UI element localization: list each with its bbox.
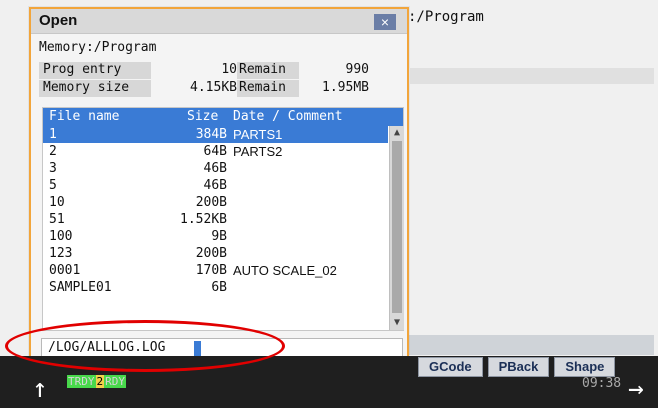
cell-file-name: 123 (49, 246, 73, 261)
background-band (410, 68, 654, 84)
cell-size: 64B (203, 144, 227, 159)
summary-label: Remain (237, 62, 299, 79)
scroll-up-icon[interactable]: ▲ (392, 128, 402, 138)
table-rows: 1 384B PARTS1 2 64B PARTS2 3 46B 5 46B 1… (43, 126, 388, 330)
summary-label: Remain (237, 80, 299, 97)
table-row[interactable]: 5 46B (43, 177, 388, 194)
table-header: File name Size Date / Comment (43, 108, 403, 126)
dialog-title: Open (39, 12, 78, 29)
up-arrow-icon[interactable]: ↑ (32, 373, 64, 405)
cell-size: 46B (203, 161, 227, 176)
scroll-down-icon[interactable]: ▼ (392, 318, 402, 328)
cell-file-name: 2 (49, 144, 57, 159)
filename-input-value: /LOG/ALLLOG.LOG (48, 340, 166, 355)
table-row[interactable]: 10 200B (43, 194, 388, 211)
cell-size: 46B (203, 178, 227, 193)
text-caret (194, 341, 201, 356)
cell-size: 200B (195, 246, 227, 261)
cell-size: 384B (195, 127, 227, 142)
cell-size: 1.52KB (180, 212, 227, 227)
softkey-bar: GCode PBack Shape (418, 357, 616, 377)
cell-size: 6B (211, 280, 227, 295)
status-tag: RDY (104, 375, 126, 388)
table-row[interactable]: 2 64B PARTS2 (43, 143, 388, 160)
close-icon[interactable]: × (374, 14, 396, 30)
summary-value: 1.95MB (322, 80, 369, 95)
table-row[interactable]: 123 200B (43, 245, 388, 262)
cell-comment: PARTS2 (233, 144, 283, 159)
status-indicators: TRDY 2 RDY (67, 375, 126, 388)
header-date-comment: Date / Comment (233, 109, 343, 124)
summary-row-memory-size: Memory size 4.15KB Remain 1.95MB (39, 80, 387, 98)
table-row[interactable]: 100 9B (43, 228, 388, 245)
cell-file-name: 51 (49, 212, 65, 227)
table-row[interactable]: SAMPLE01 6B (43, 279, 388, 296)
cell-file-name: 1 (49, 127, 57, 142)
table-row[interactable]: 0001 170B AUTO SCALE_02 (43, 262, 388, 279)
cell-comment: AUTO SCALE_02 (233, 263, 337, 278)
table-row[interactable]: 51 1.52KB (43, 211, 388, 228)
cell-size: 9B (211, 229, 227, 244)
table-row[interactable]: 1 384B PARTS1 (43, 126, 388, 143)
memory-summary: Prog entry 10 Remain 990 Memory size 4.1… (39, 62, 387, 98)
memory-path: Memory:/Program (39, 40, 157, 55)
header-file-name: File name (49, 109, 120, 124)
background-strip (408, 335, 654, 355)
status-tag: TRDY (67, 375, 96, 388)
cell-file-name: 5 (49, 178, 57, 193)
softkey-pback[interactable]: PBack (487, 357, 550, 377)
summary-value: 10 (221, 62, 237, 77)
cell-comment: PARTS1 (233, 127, 283, 142)
header-size: Size (187, 109, 219, 124)
summary-value: 4.15KB (190, 80, 237, 95)
summary-label: Memory size (39, 80, 151, 97)
filename-input[interactable]: /LOG/ALLLOG.LOG (41, 338, 403, 358)
cell-file-name: 10 (49, 195, 65, 210)
table-row[interactable]: 3 46B (43, 160, 388, 177)
status-channel: 2 (95, 375, 105, 388)
scroll-thumb[interactable] (392, 141, 402, 313)
table-scrollbar[interactable]: ▲ ▼ (389, 126, 404, 330)
dialog-titlebar: Open × (31, 9, 407, 34)
softkey-gcode[interactable]: GCode (418, 357, 483, 377)
cell-size: 170B (195, 263, 227, 278)
cell-size: 200B (195, 195, 227, 210)
clock: 09:38 (582, 376, 622, 391)
summary-value: 990 (345, 62, 369, 77)
softkey-shape[interactable]: Shape (554, 357, 616, 377)
file-table: File name Size Date / Comment 1 384B PAR… (42, 107, 404, 331)
summary-label: Prog entry (39, 62, 151, 79)
open-dialog: Open × Memory:/Program Prog entry 10 Rem… (29, 7, 409, 366)
cell-file-name: 3 (49, 161, 57, 176)
cell-file-name: 100 (49, 229, 73, 244)
summary-row-prog-entry: Prog entry 10 Remain 990 (39, 62, 387, 80)
background-path: :/Program (408, 9, 484, 25)
cell-file-name: 0001 (49, 263, 81, 278)
cell-file-name: SAMPLE01 (49, 280, 112, 295)
right-arrow-icon[interactable]: → (628, 373, 658, 405)
